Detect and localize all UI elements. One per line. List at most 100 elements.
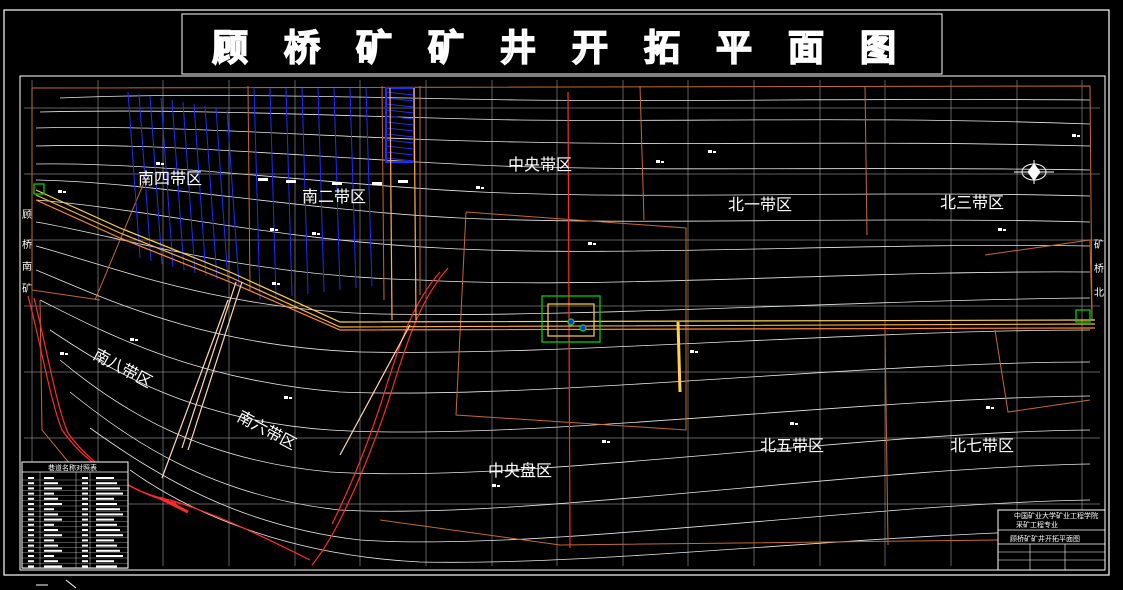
side-label: 矿 [22,282,32,295]
borehole-icon [998,228,1002,231]
panel-boundary [381,85,385,301]
legend-row-mark [82,529,88,531]
panel-roadway-line [285,87,293,297]
map-frame [19,75,1106,571]
legend-row-mark [82,503,88,505]
borehole-icon [60,352,64,355]
legend-row-mark [82,544,88,547]
outer-frame [3,9,1110,576]
legend-row-mark [82,523,88,526]
legend-row-mark [82,534,88,537]
north-panel-boundary [994,329,1091,413]
borehole-icon [593,243,596,245]
borehole-icon [497,485,500,487]
legend-row-mark [28,544,34,547]
dash-marker [258,178,268,181]
legend-row-mark [96,503,117,505]
inclined-roadway [339,324,411,456]
borehole-icon [58,190,62,193]
contour-line [39,110,1091,125]
coordinate-grid [24,80,1100,566]
north-panel-boundary [984,239,1093,321]
legend-row-mark [44,477,54,479]
panel-boundary [884,329,889,546]
zone-label-bei-san: 北三带区 [940,193,1004,212]
borehole-icon [661,161,664,163]
legend-row-mark [96,513,123,516]
legend-row-mark [44,518,62,521]
side-label: 顾 [22,209,32,221]
legend-row-mark [44,513,58,516]
side-label: 北 [1094,287,1104,299]
legend-row-mark [96,560,114,563]
north-arrow-icon [1014,160,1054,184]
panel-roadway-line [269,87,277,299]
legend-row-mark [82,555,88,557]
legend-row-mark [28,477,34,479]
panel-boundary [247,85,251,291]
contour-line [35,221,1091,284]
dash-marker [372,182,382,185]
legend-row-mark [96,529,120,531]
borehole-icon [284,396,288,399]
borehole-icon [986,406,990,409]
legend-row-mark [44,482,58,485]
legend-row-mark [96,508,120,511]
legend-row-mark [82,549,88,552]
fault-line [331,271,441,525]
legend-row-mark [44,492,54,495]
borehole-icon [272,282,276,285]
legend-row-mark [44,555,54,557]
roadway-legend-table: 巷道名称对照表 [21,461,129,569]
legend-row-mark [82,565,88,568]
borehole-icon [161,163,164,165]
zone-label-nan-si: 南四带区 [138,169,202,188]
legend-row-mark [28,555,34,557]
contour-line [129,469,1091,563]
borehole-icon [275,229,278,231]
legend-row-mark [28,523,34,526]
legend-title: 巷道名称对照表 [48,463,97,472]
zone-label-bei-yi: 北一带区 [728,195,792,214]
borehole-icon [708,150,712,153]
borehole-icon [481,187,484,189]
panel-roadway-line [365,87,373,287]
legend-row-mark [44,539,54,542]
legend-row-mark [44,529,58,531]
legend-row-mark [28,529,34,531]
panel-boundary [639,85,645,221]
side-label: 桥 [1094,263,1104,275]
legend-row-mark [28,534,34,537]
zone-label-bei-qi: 北七带区 [950,436,1014,455]
legend-row-mark [96,549,120,552]
legend-row-mark [44,534,62,537]
contour-line [59,359,1091,475]
legend-row-mark [82,560,88,563]
legend-row-mark [28,497,34,500]
side-label: 桥 [22,239,32,251]
zone-label-nan-er: 南二带区 [302,187,366,206]
legend-row-mark [96,497,114,500]
contour-line [59,95,1091,101]
scale-ticks [36,579,77,589]
branch-roadway [676,321,682,393]
title-block-major: 采矿工程专业 [1016,520,1058,529]
contour-line [35,126,1091,147]
borehole-icon [270,228,274,231]
legend-row-mark [82,539,88,542]
dash-marker [286,180,296,183]
main-roadway [35,189,1096,323]
borehole-icon [476,186,480,189]
north-boundary-line [31,85,1093,321]
legend-row-mark [82,508,88,511]
borehole-icon [695,351,698,353]
contour-line [35,199,1091,252]
legend-row-mark [96,544,117,547]
legend-row-mark [82,518,88,521]
legend-row-mark [28,492,34,495]
borehole-icon [65,353,68,355]
borehole-icon [130,338,134,341]
legend-row-mark [44,503,62,505]
borehole-icon [656,160,660,163]
legend-row-mark [28,539,34,542]
